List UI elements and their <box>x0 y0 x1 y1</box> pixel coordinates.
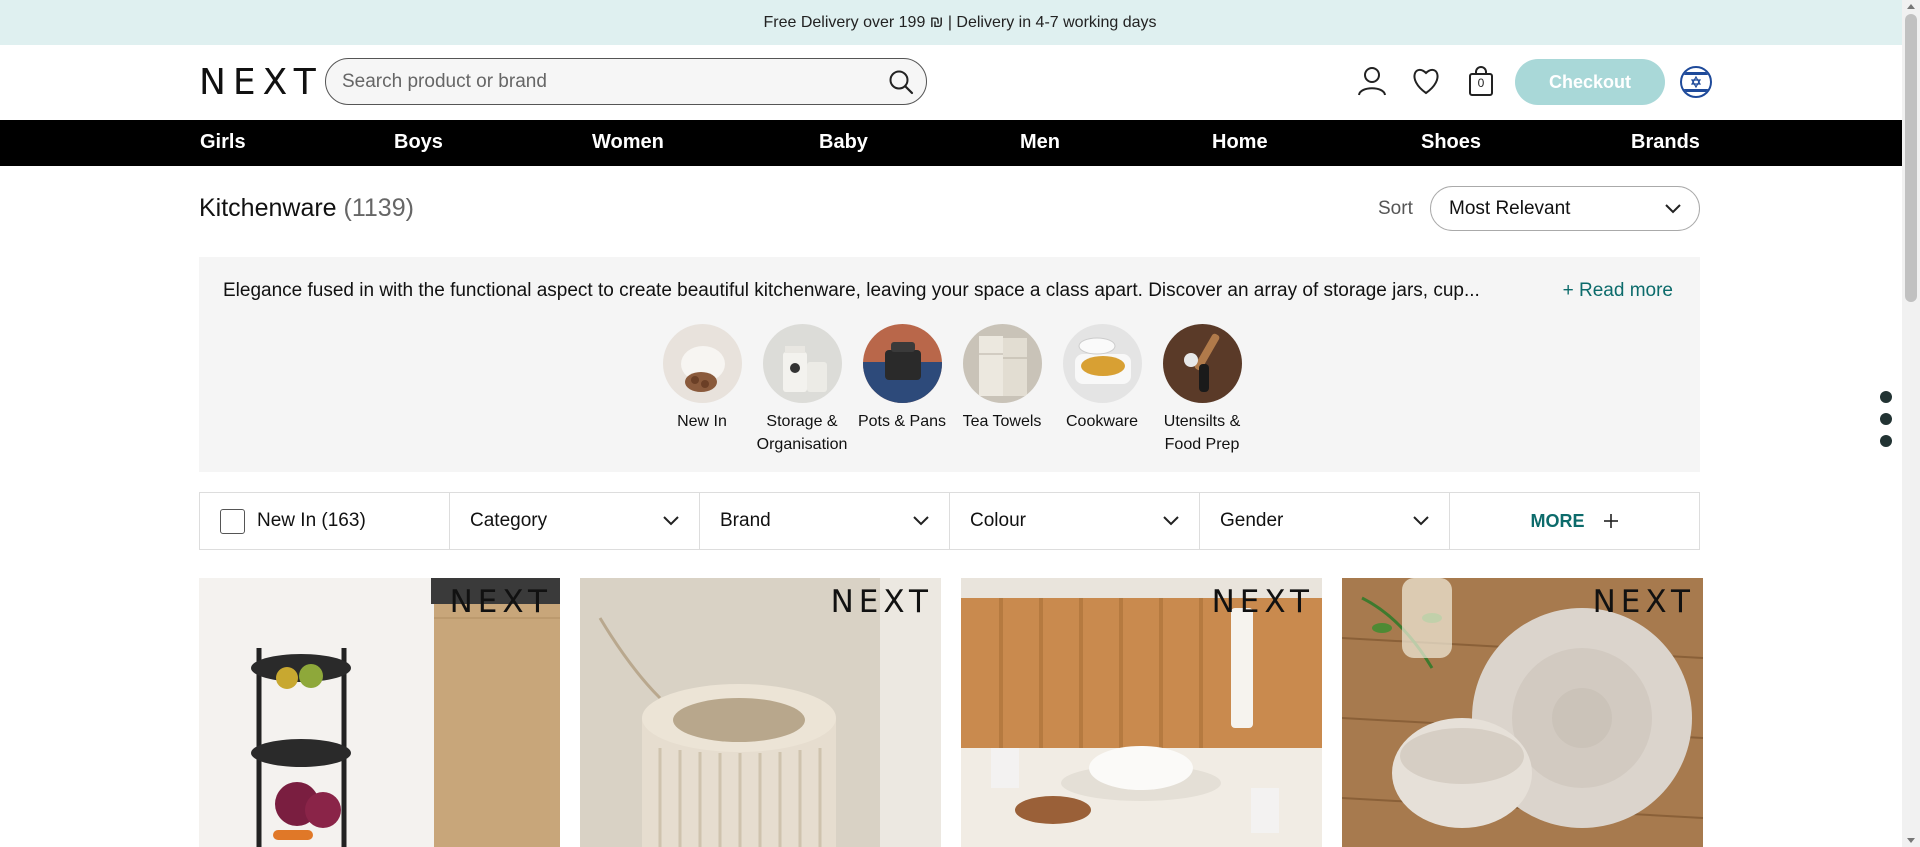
nav-item-women[interactable]: Women <box>592 131 664 154</box>
section-dot[interactable] <box>1880 435 1892 447</box>
page-section-dots <box>1880 391 1892 447</box>
product-brand-logo: NEXT <box>830 584 933 620</box>
filter-brand[interactable]: Brand <box>700 493 950 549</box>
result-count: (1139) <box>343 194 414 222</box>
product-card[interactable]: NEXT <box>580 578 941 847</box>
section-dot[interactable] <box>1880 413 1892 425</box>
page-title-text: Kitchenware <box>199 194 337 222</box>
nav-item-baby[interactable]: Baby <box>819 131 868 154</box>
page-scrollbar[interactable] <box>1902 0 1920 847</box>
promo-text: Free Delivery over 199 ₪ | Delivery in 4… <box>763 13 1157 31</box>
site-header: NEXT 0 Checkout <box>0 45 1920 120</box>
filter-bar: New In (163) Category Brand Colour Gende… <box>199 492 1700 550</box>
sort-dropdown[interactable]: Most Relevant <box>1430 186 1700 231</box>
category-utensils-food-prep[interactable]: Utensilts & Food Prep <box>1152 324 1252 456</box>
chevron-down-icon <box>663 516 679 526</box>
tea-towels-thumbnail <box>962 324 1042 403</box>
nav-item-shoes[interactable]: Shoes <box>1421 131 1481 154</box>
product-brand-logo: NEXT <box>1592 584 1695 620</box>
product-brand-logo: NEXT <box>449 584 552 620</box>
category-label: Storage & Organisation <box>756 413 848 453</box>
israel-flag-icon[interactable] <box>1680 66 1712 98</box>
filter-category[interactable]: Category <box>450 493 700 549</box>
sort-label: Sort <box>1378 198 1413 219</box>
favourites-heart-icon[interactable] <box>1408 63 1444 99</box>
category-storage-organisation[interactable]: Storage & Organisation <box>752 324 852 456</box>
plus-icon <box>1603 514 1618 528</box>
category-tea-towels[interactable]: Tea Towels <box>952 324 1052 456</box>
account-icon[interactable] <box>1354 63 1390 99</box>
shopping-bag-icon[interactable]: 0 <box>1463 63 1499 99</box>
category-label: New In <box>677 413 727 430</box>
scrollbar-thumb[interactable] <box>1905 14 1917 302</box>
section-dot[interactable] <box>1880 391 1892 403</box>
filter-brand-label: Brand <box>720 510 771 531</box>
utensils-thumbnail <box>1162 324 1242 403</box>
description-text: Elegance fused in with the functional as… <box>223 280 1480 301</box>
chevron-down-icon <box>1163 516 1179 526</box>
chevron-down-icon <box>913 516 929 526</box>
more-filters-label: MORE <box>1530 510 1585 531</box>
chevron-down-icon <box>1413 516 1429 526</box>
nav-item-girls[interactable]: Girls <box>200 131 246 154</box>
filter-more[interactable]: MORE <box>1450 493 1699 549</box>
product-card[interactable]: NEXT <box>199 578 560 847</box>
filter-gender-label: Gender <box>1220 510 1284 531</box>
read-more-link[interactable]: + Read more <box>1563 280 1673 302</box>
search-bar[interactable] <box>325 58 927 105</box>
filter-colour[interactable]: Colour <box>950 493 1200 549</box>
new-in-checkbox[interactable] <box>220 508 245 534</box>
filter-new-in[interactable]: New In (163) <box>200 493 450 549</box>
filter-gender[interactable]: Gender <box>1200 493 1450 549</box>
product-brand-logo: NEXT <box>1211 584 1314 620</box>
storage-thumbnail <box>762 324 842 403</box>
scroll-down-arrow-icon[interactable] <box>1907 838 1915 843</box>
filter-colour-label: Colour <box>970 510 1026 531</box>
category-label: Utensilts & Food Prep <box>1163 413 1241 453</box>
category-label: Pots & Pans <box>857 413 947 430</box>
nav-item-men[interactable]: Men <box>1020 131 1060 154</box>
nav-item-home[interactable]: Home <box>1212 131 1268 154</box>
chevron-down-icon <box>1665 203 1681 213</box>
category-carousel: New In Storage & Organisation Pots & Pans… <box>652 324 1252 456</box>
scroll-up-arrow-icon[interactable] <box>1907 4 1915 9</box>
pots-pans-thumbnail <box>862 324 942 403</box>
product-grid: NEXT NEXT NEXT NEXT <box>199 578 1703 847</box>
next-logo[interactable]: NEXT <box>199 62 323 103</box>
category-label: Tea Towels <box>962 413 1042 430</box>
page-title: Kitchenware (1139) <box>199 194 414 223</box>
category-new-in[interactable]: New In <box>652 324 752 456</box>
category-cookware[interactable]: Cookware <box>1052 324 1152 456</box>
product-card[interactable]: NEXT <box>1342 578 1703 847</box>
product-card[interactable]: NEXT <box>961 578 1322 847</box>
nav-item-boys[interactable]: Boys <box>394 131 443 154</box>
search-input[interactable] <box>342 70 876 93</box>
promo-bar: Free Delivery over 199 ₪ | Delivery in 4… <box>0 0 1920 45</box>
search-icon[interactable] <box>876 59 926 104</box>
nav-item-brands[interactable]: Brands <box>1631 131 1700 154</box>
filter-new-in-label: New In (163) <box>257 510 366 531</box>
sort-value: Most Relevant <box>1449 197 1571 219</box>
bag-count: 0 <box>1477 76 1485 90</box>
category-label: Cookware <box>1065 413 1139 430</box>
category-pots-pans[interactable]: Pots & Pans <box>852 324 952 456</box>
main-nav: Girls Boys Women Baby Men Home Shoes Bra… <box>0 120 1920 166</box>
cookware-thumbnail <box>1062 324 1142 403</box>
new-in-thumbnail <box>662 324 742 403</box>
checkout-button[interactable]: Checkout <box>1515 59 1665 105</box>
category-description-panel: Elegance fused in with the functional as… <box>199 257 1700 472</box>
filter-category-label: Category <box>470 510 548 531</box>
